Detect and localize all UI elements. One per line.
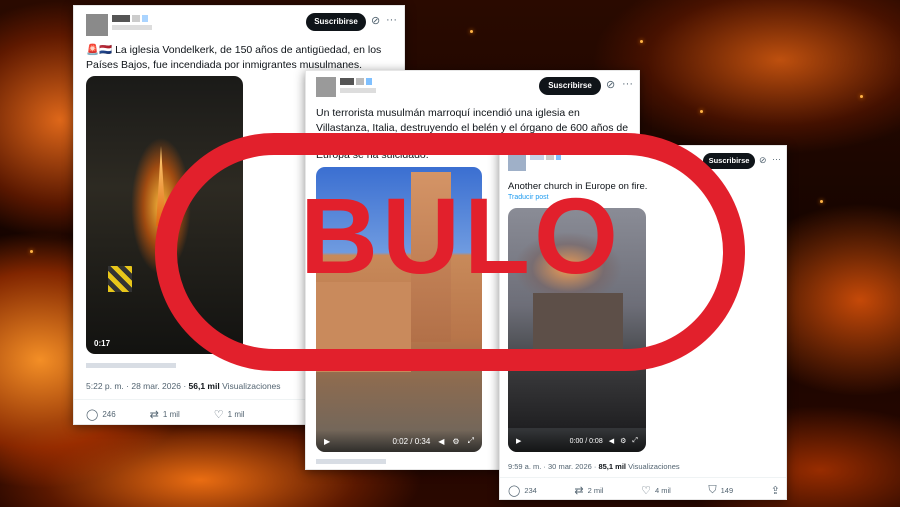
avatar[interactable] [86, 14, 108, 36]
username-pixelated[interactable] [112, 15, 148, 22]
bookmark-count: 149 [720, 486, 734, 495]
more-icon[interactable]: ··· [772, 155, 781, 164]
heart-icon: ♡ [213, 409, 224, 421]
reply-button[interactable]: ◯ 246 [86, 408, 116, 421]
subscribe-button[interactable]: Suscribirse [539, 77, 601, 95]
bookmark-icon: ⛉ [708, 484, 717, 496]
reply-button[interactable]: ◯ 234 [508, 484, 537, 497]
alert-flag-emojis: 🚨🇳🇱 [86, 44, 113, 56]
volume-icon[interactable]: ◀ [438, 437, 444, 446]
ember [640, 40, 643, 43]
ember [820, 200, 823, 203]
video-time: 0:00 / 0:08 [569, 437, 603, 445]
ember [860, 95, 863, 98]
grok-icon[interactable]: ⊘ [759, 156, 767, 165]
repost-count: 2 mil [587, 486, 604, 495]
play-icon[interactable]: ▶ [516, 437, 521, 445]
like-count: 1 mil [227, 410, 245, 419]
fullscreen-icon[interactable]: ⤢ [632, 437, 638, 445]
divider [500, 477, 786, 478]
share-icon: ⇪ [770, 485, 780, 497]
tweet-body: La iglesia Vondelkerk, de 150 años de an… [86, 44, 382, 72]
subscribe-button[interactable]: Suscribirse [703, 153, 755, 169]
handle-pixelated [340, 88, 376, 93]
media-credit-pixelated [86, 363, 176, 368]
tweet-meta: 5:22 p. m. · 28 mar. 2026 · 56,1 mil Vis… [86, 381, 281, 391]
grok-icon[interactable]: ⊘ [371, 16, 380, 27]
tweet-text: 🚨🇳🇱 La iglesia Vondelkerk, de 150 años d… [86, 43, 391, 73]
repost-button[interactable]: ⇄ 2 mil [574, 484, 603, 497]
volume-icon[interactable]: ◀ [609, 437, 614, 445]
video-controls[interactable]: ▶ 0:02 / 0:34 ◀ ⚙ ⤢ [316, 430, 482, 452]
more-icon[interactable]: ··· [386, 15, 397, 26]
repost-count: 1 mil [162, 410, 180, 419]
views-label: Visualizaciones [222, 381, 281, 391]
ember [700, 110, 703, 113]
video-time: 0:17 [94, 338, 111, 348]
handle-pixelated [112, 25, 152, 30]
timestamp[interactable]: 5:22 p. m. · 28 mar. 2026 · [86, 381, 189, 391]
like-count: 4 mil [654, 486, 671, 495]
reply-icon: ◯ [86, 409, 99, 421]
video-time: 0:02 / 0:34 [392, 436, 431, 446]
like-button[interactable]: ♡ 1 mil [214, 408, 245, 421]
crowd [508, 368, 646, 428]
ember [30, 250, 33, 253]
settings-icon[interactable]: ⚙ [452, 437, 459, 446]
views-count: 56,1 mil [188, 381, 220, 391]
views-count: 85,1 mil [598, 462, 626, 471]
repost-button[interactable]: ⇄ 1 mil [150, 408, 180, 421]
fullscreen-icon[interactable]: ⤢ [468, 436, 474, 446]
subscribe-button[interactable]: Suscribirse [306, 13, 366, 31]
ember [470, 30, 473, 33]
avatar[interactable] [316, 77, 336, 97]
reply-icon: ◯ [508, 485, 521, 497]
repost-icon: ⇄ [149, 409, 159, 421]
more-icon[interactable]: ··· [622, 79, 633, 90]
like-button[interactable]: ♡ 4 mil [641, 484, 671, 497]
reply-count: 234 [524, 486, 537, 495]
username-pixelated[interactable] [340, 78, 372, 85]
repost-icon: ⇄ [574, 485, 584, 497]
tweet-meta: 9:59 a. m. · 30 mar. 2026 · 85,1 mil Vis… [508, 462, 680, 471]
bookmark-button[interactable]: ⛉ 149 [708, 484, 733, 497]
share-button[interactable]: ⇪ [771, 484, 780, 497]
media-credit-pixelated [316, 459, 386, 464]
views-label: Visualizaciones [628, 462, 680, 471]
timestamp[interactable]: 9:59 a. m. · 30 mar. 2026 · [508, 462, 598, 471]
reply-count: 246 [102, 410, 116, 419]
action-bar: ◯ 246 ⇄ 1 mil ♡ 1 mil [86, 408, 245, 421]
play-icon[interactable]: ▶ [324, 437, 330, 446]
action-bar: ◯ 234 ⇄ 2 mil ♡ 4 mil ⛉ 149 ⇪ [508, 484, 780, 497]
bulo-stamp-label: BULO [300, 175, 622, 296]
grok-icon[interactable]: ⊘ [606, 80, 615, 91]
settings-icon[interactable]: ⚙ [620, 437, 626, 445]
pixelated-face [108, 266, 132, 292]
heart-icon: ♡ [641, 485, 651, 497]
video-controls[interactable]: ▶ 0:00 / 0:08 ◀ ⚙ ⤢ [508, 430, 646, 452]
